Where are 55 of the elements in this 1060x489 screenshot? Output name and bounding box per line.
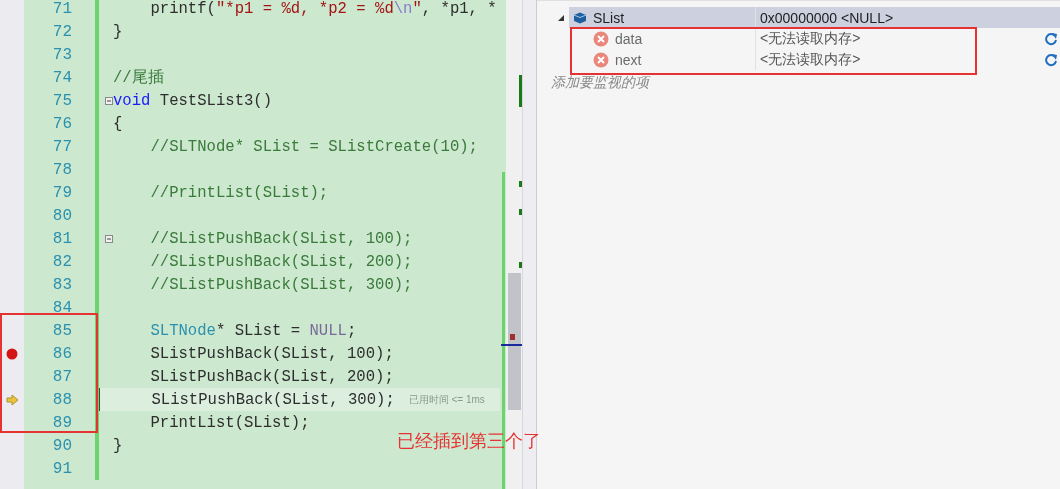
line-number: 91 [51, 459, 72, 478]
code-line: } [113, 436, 123, 455]
line-number: 73 [51, 45, 72, 64]
collapse-icon[interactable] [105, 96, 113, 105]
code-line: //SListPushBack(SList, 200); [149, 252, 413, 271]
watch-value: <无法读取内存> [760, 29, 862, 48]
code-line: //SLTNode* SList = SListCreate(10); [149, 137, 478, 156]
add-watch-placeholder[interactable]: 添加要监视的项 [551, 73, 649, 93]
code-line: PrintList(SList); [149, 413, 310, 432]
line-number: 83 [51, 275, 72, 294]
code-line: //SListPushBack(SList, 300); [149, 275, 413, 294]
error-icon [593, 30, 609, 47]
line-number: 84 [51, 298, 72, 317]
refresh-icon[interactable] [1044, 31, 1058, 46]
elapsed-time-hint: 已用时间 <= 1ms [408, 392, 485, 407]
line-number: 71 [51, 0, 72, 18]
line-number: 77 [51, 137, 72, 156]
code-line: //PrintList(SList); [149, 183, 329, 202]
code-line: //SListPushBack(SList, 100); [149, 229, 413, 248]
line-number: 89 [51, 413, 72, 432]
watch-value: <无法读取内存> [760, 50, 862, 69]
cube-icon [573, 11, 587, 24]
line-number: 81 [51, 229, 72, 248]
line-number: 75 [51, 91, 72, 110]
line-number: 76 [51, 114, 72, 133]
line-number: 85 [51, 321, 72, 340]
line-number: 86 [51, 344, 72, 363]
error-icon [593, 51, 609, 68]
annotation-text: 已经插到第三个了 [397, 430, 541, 453]
line-number: 87 [51, 367, 72, 386]
line-number: 90 [51, 436, 72, 455]
collapse-icon[interactable] [105, 234, 113, 243]
code-line: printf("*p1 = %d, *p2 = %d\n", *p1, * [149, 0, 497, 18]
line-number: 79 [51, 183, 72, 202]
code-line: } [113, 22, 123, 41]
line-number: 72 [51, 22, 72, 41]
line-number: 88 [51, 390, 72, 409]
expand-triangle-icon[interactable] [557, 13, 565, 22]
watch-name: SList [593, 9, 625, 26]
watch-value: 0x00000000 <NULL> [760, 9, 895, 26]
code-line: SListPushBack(SList, 200); [149, 367, 394, 386]
breakpoint-icon[interactable] [6, 347, 18, 360]
line-number: 78 [51, 160, 72, 179]
refresh-icon[interactable] [1044, 52, 1058, 67]
code-line: //尾插 [113, 68, 164, 88]
line-number: 82 [51, 252, 72, 271]
watch-name: next [615, 51, 642, 68]
line-number: 80 [51, 206, 72, 225]
code-line: void TestSList3() [113, 91, 273, 110]
code-line: { [113, 114, 123, 133]
code-line: SLTNode* SList = NULL; [149, 321, 357, 340]
line-number: 74 [51, 68, 72, 87]
code-line: SListPushBack(SList, 300); [150, 390, 395, 409]
watch-name: data [615, 30, 643, 47]
code-line: SListPushBack(SList, 100); [149, 344, 394, 363]
